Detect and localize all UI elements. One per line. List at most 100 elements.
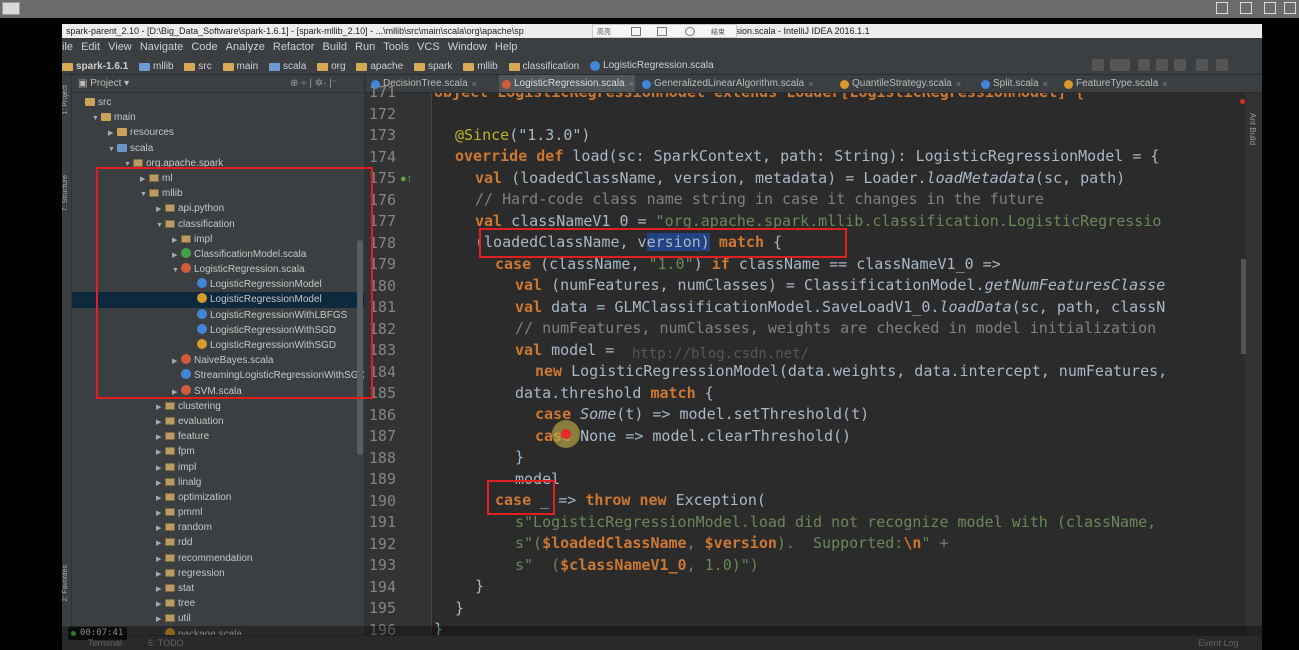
collapse-arrow-icon[interactable]: ▼ bbox=[92, 111, 101, 126]
tree-item[interactable]: ▶ evaluation bbox=[72, 414, 364, 429]
expand-arrow-icon[interactable]: ▶ bbox=[108, 126, 117, 141]
structure-tool-button[interactable]: 7: Structure bbox=[62, 175, 69, 211]
highlight-tool-label[interactable]: 高亮 bbox=[597, 26, 611, 38]
editor-tab[interactable]: QuantileStrategy.scala × bbox=[837, 75, 974, 92]
editor-tab[interactable]: Split.scala × bbox=[978, 75, 1057, 92]
expand-arrow-icon[interactable]: ▶ bbox=[156, 445, 165, 460]
close-tab-icon[interactable]: × bbox=[1043, 75, 1048, 92]
tree-item[interactable]: ▶ regression bbox=[72, 566, 364, 581]
breadcrumb-item[interactable]: LogisticRegression.scala bbox=[590, 56, 714, 75]
tree-item[interactable]: ▶ random bbox=[72, 520, 364, 535]
menu-file[interactable]: ile bbox=[62, 38, 73, 56]
breadcrumb-item[interactable]: mllib bbox=[463, 57, 498, 76]
tree-item[interactable]: ▶ pmml bbox=[72, 505, 364, 520]
tree-item[interactable]: ▶ stat bbox=[72, 581, 364, 596]
expand-arrow-icon[interactable]: ▶ bbox=[156, 521, 165, 536]
minimize-icon[interactable] bbox=[1216, 2, 1228, 14]
menu-code[interactable]: Code bbox=[191, 38, 217, 56]
expand-arrow-icon[interactable]: ▶ bbox=[156, 461, 165, 476]
frame-tool-icon[interactable] bbox=[657, 27, 667, 36]
tree-item[interactable]: ▶ impl bbox=[72, 460, 364, 475]
restore-icon[interactable] bbox=[1264, 2, 1276, 14]
code-editor[interactable]: object LogisticRegressionModel extends L… bbox=[432, 93, 1262, 635]
expand-arrow-icon[interactable]: ▶ bbox=[156, 582, 165, 597]
breadcrumb-item[interactable]: spark bbox=[413, 57, 452, 76]
close-window-icon[interactable] bbox=[1284, 2, 1296, 14]
taskbar-app-icon[interactable] bbox=[2, 2, 20, 15]
expand-arrow-icon[interactable]: ▶ bbox=[156, 506, 165, 521]
menu-tools[interactable]: Tools bbox=[383, 38, 409, 56]
menu-refactor[interactable]: Refactor bbox=[273, 38, 315, 56]
run-config-dropdown[interactable] bbox=[1110, 59, 1130, 71]
editor-tab[interactable]: FeatureType.scala × bbox=[1061, 75, 1193, 92]
tree-item[interactable]: ▶ tree bbox=[72, 596, 364, 611]
menu-vcs[interactable]: VCS bbox=[417, 38, 440, 56]
breadcrumb-item[interactable]: org bbox=[317, 57, 346, 76]
run-icon[interactable] bbox=[1138, 59, 1150, 71]
menu-edit[interactable]: Edit bbox=[81, 38, 100, 56]
tree-item[interactable]: ▶ util bbox=[72, 611, 364, 626]
stop-icon[interactable] bbox=[1174, 59, 1186, 71]
tree-item[interactable]: ▶ recommendation bbox=[72, 551, 364, 566]
override-marker-icon[interactable]: ●↑ bbox=[400, 173, 412, 185]
tree-item[interactable]: ▼ main bbox=[72, 110, 364, 125]
project-tool-button[interactable]: 1: Project bbox=[62, 85, 69, 115]
editor-tab[interactable]: GeneralizedLinearAlgorithm.scala × bbox=[639, 75, 833, 92]
menu-view[interactable]: View bbox=[108, 38, 132, 56]
search-icon[interactable] bbox=[1216, 59, 1228, 71]
breadcrumb-item[interactable]: classification bbox=[508, 57, 579, 76]
square-tool-icon[interactable] bbox=[631, 27, 641, 36]
close-tab-icon[interactable]: × bbox=[1162, 75, 1167, 92]
tree-item[interactable]: ▶ feature bbox=[72, 429, 364, 444]
expand-arrow-icon[interactable]: ▶ bbox=[156, 415, 165, 430]
tree-item[interactable]: ▼ scala bbox=[72, 141, 364, 156]
collapse-arrow-icon[interactable]: ▼ bbox=[108, 142, 117, 157]
expand-arrow-icon[interactable]: ▶ bbox=[156, 552, 165, 567]
expand-arrow-icon[interactable]: ▶ bbox=[156, 597, 165, 612]
expand-arrow-icon[interactable]: ▶ bbox=[156, 476, 165, 491]
close-tab-icon[interactable]: × bbox=[808, 75, 813, 92]
ant-build-tool-button[interactable]: Ant Build bbox=[1248, 113, 1257, 145]
breadcrumb-item[interactable]: mllib bbox=[139, 57, 174, 76]
menu-analyze[interactable]: Analyze bbox=[226, 38, 265, 56]
maximize-icon[interactable] bbox=[1240, 2, 1252, 14]
close-tab-icon[interactable]: × bbox=[629, 75, 634, 92]
menu-window[interactable]: Window bbox=[448, 38, 487, 56]
editor-scrollbar[interactable] bbox=[1241, 259, 1246, 354]
tree-item[interactable]: ▶ optimization bbox=[72, 490, 364, 505]
end-tool-label[interactable]: 结束 bbox=[711, 26, 725, 38]
error-stripe-icon[interactable] bbox=[1240, 99, 1245, 104]
breadcrumb-item[interactable]: spark-1.6.1 bbox=[62, 57, 128, 76]
menu-help[interactable]: Help bbox=[495, 38, 518, 56]
pkg-icon bbox=[165, 492, 175, 501]
close-tab-icon[interactable]: × bbox=[472, 75, 477, 92]
breadcrumb-item[interactable]: apache bbox=[356, 57, 403, 76]
breadcrumb-item[interactable]: src bbox=[184, 57, 212, 76]
tree-item[interactable]: ▶ fpm bbox=[72, 444, 364, 459]
tree-item[interactable]: src bbox=[72, 95, 364, 110]
home-tool-icon[interactable] bbox=[685, 27, 695, 36]
menu-run[interactable]: Run bbox=[355, 38, 375, 56]
expand-arrow-icon[interactable]: ▶ bbox=[156, 491, 165, 506]
video-overlay bbox=[62, 626, 1262, 650]
expand-arrow-icon[interactable]: ▶ bbox=[156, 400, 165, 415]
expand-arrow-icon[interactable]: ▶ bbox=[156, 536, 165, 551]
menu-build[interactable]: Build bbox=[323, 38, 347, 56]
build-icon[interactable] bbox=[1092, 59, 1104, 71]
breadcrumb-item[interactable]: scala bbox=[268, 57, 306, 76]
project-structure-icon[interactable] bbox=[1196, 59, 1208, 71]
tree-item[interactable]: ▶ rdd bbox=[72, 535, 364, 550]
menu-navigate[interactable]: Navigate bbox=[140, 38, 183, 56]
tree-item[interactable]: ▶ linalg bbox=[72, 475, 364, 490]
tree-item[interactable]: ▶ resources bbox=[72, 125, 364, 140]
tree-item[interactable]: ▶ clustering bbox=[72, 399, 364, 414]
debug-icon[interactable] bbox=[1156, 59, 1168, 71]
breadcrumb-item[interactable]: main bbox=[222, 57, 258, 76]
favorites-tool-button[interactable]: 2: Favorites bbox=[62, 565, 69, 602]
project-view-selector[interactable]: ▣ Project ▾ bbox=[78, 78, 129, 89]
expand-arrow-icon[interactable]: ▶ bbox=[156, 430, 165, 445]
editor-tab[interactable]: LogisticRegression.scala × bbox=[499, 75, 635, 92]
expand-arrow-icon[interactable]: ▶ bbox=[156, 567, 165, 582]
project-panel-tools[interactable]: ⊕ ÷ | ✲· |⁻ bbox=[290, 75, 337, 93]
close-tab-icon[interactable]: × bbox=[956, 75, 961, 92]
